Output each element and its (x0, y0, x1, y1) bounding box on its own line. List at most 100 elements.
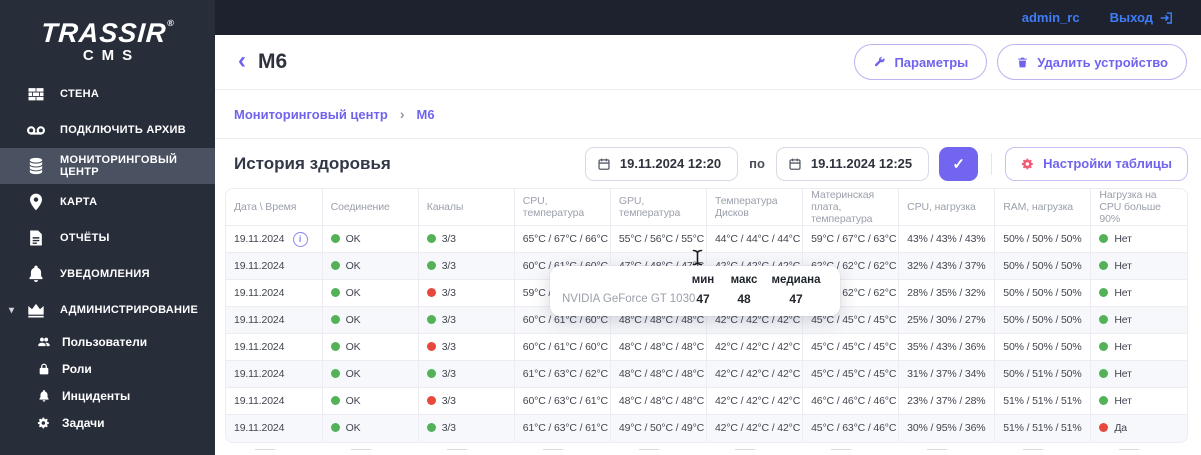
table-row[interactable]: 19.11.2024 i OK 3/3 65°C / 67°C / 66°C 55°C /… (226, 225, 1187, 253)
tooltip-min-label: мин (691, 274, 715, 286)
tooltip-min-value: 47 (696, 292, 710, 306)
apply-dates-button[interactable]: ✓ (939, 146, 979, 181)
sidebar-item-wall[interactable]: СТЕНА (0, 76, 215, 112)
column-header: CPU, температура (514, 189, 611, 226)
table-row[interactable]: 19.11.2024 OK 3/3 60°C / 61°C / 60°C 48°C / … (226, 333, 1187, 361)
cell-ram-load: 51% / 51% / 51% (994, 387, 1092, 415)
cell-ram-load: 50% / 50% / 50% (994, 333, 1092, 361)
main-content: ‹ М6 Параметры Удалить устройство Монито… (215, 35, 1201, 455)
status-dot-green (330, 369, 340, 378)
tooltip-device-name: NVIDIA GeForce GT 1030 (562, 293, 696, 305)
table-settings-button[interactable]: Настройки таблицы (1005, 146, 1188, 181)
status-dot-green (1099, 234, 1109, 243)
table-row[interactable]: 19.11.2024 OK 3/3 61°C / 63°C / 61°C 49°C / … (226, 414, 1187, 442)
date-from-input[interactable]: 19.11.2024 12:20 (584, 146, 739, 181)
cell-date: 19.11.2024 (226, 360, 323, 388)
cell-ram-load: 50% / 50% / 50% (994, 225, 1092, 253)
cell-channels: 3/3 (418, 414, 515, 442)
sidebar-item-label: МОНИТОРИНГОВЫЙ ЦЕНТР (60, 154, 178, 178)
table-row[interactable]: 19.11.2024 OK 3/3 61°C / 63°C / 62°C 48°C / … (226, 360, 1187, 388)
column-header: Материнская плата, температура (802, 189, 900, 226)
column-header: RAM, нагрузка (994, 189, 1092, 226)
sidebar-item-monitoring-center[interactable]: МОНИТОРИНГОВЫЙ ЦЕНТР (0, 148, 215, 184)
logout-link[interactable]: Выход (1110, 10, 1173, 25)
pin-icon (26, 192, 46, 212)
cell-cpu-overload: Нет (1090, 333, 1187, 361)
cell-disk-temp: 42°C / 42°C / 42°C (706, 333, 804, 361)
cell-disk-temp: 42°C / 42°C / 42°C (706, 360, 804, 388)
status-dot-green (1099, 288, 1109, 297)
cell-ram-load: 50% / 51% / 50% (994, 360, 1092, 388)
cell-cpu-temp: 60°C / 61°C / 60°C (514, 333, 611, 361)
cell-cpu-temp: 61°C / 63°C / 61°C (514, 414, 611, 442)
sidebar-subitem-roles[interactable]: Роли (0, 355, 215, 382)
sidebar: TRASSIR® CMS СТЕНА ПОДКЛЮЧИТЬ АРХИВ МОНИТО… (0, 0, 215, 455)
cell-motherboard-temp: 46°C / 46°C / 46°C (802, 387, 900, 415)
back-button[interactable]: ‹ (238, 48, 246, 73)
cell-cpu-load: 25% / 30% / 27% (898, 306, 996, 334)
cell-cpu-load: 35% / 43% / 36% (898, 333, 996, 361)
crown-icon (26, 300, 46, 320)
breadcrumb-monitoring-center[interactable]: Мониторинговый центр (234, 107, 388, 122)
username[interactable]: admin_rc (1022, 10, 1080, 25)
cell-motherboard-temp: 45°C / 45°C / 45°C (802, 360, 900, 388)
column-header: Температура Дисков (706, 189, 804, 226)
column-header: CPU, нагрузка (898, 189, 996, 226)
tooltip-median-value: 47 (789, 292, 803, 306)
cell-cpu-overload: Нет (1090, 360, 1187, 388)
status-dot-green (426, 315, 436, 324)
voicemail-icon (26, 120, 46, 140)
chevron-down-icon[interactable]: ▾ (9, 305, 14, 316)
cell-connection: OK (322, 306, 419, 334)
date-to-input[interactable]: 19.11.2024 12:25 (775, 146, 930, 181)
report-icon (26, 228, 46, 248)
column-header: GPU, температура (610, 189, 707, 226)
status-dot-red (426, 396, 436, 405)
status-dot-green (1099, 315, 1109, 324)
sidebar-item-notifications[interactable]: УВЕДОМЛЕНИЯ (0, 256, 215, 292)
tooltip-max-label: макс (730, 274, 758, 286)
calendar-icon (788, 157, 802, 171)
sidebar-subitem-tasks[interactable]: Задачи (0, 409, 215, 436)
parameters-button[interactable]: Параметры (854, 44, 988, 80)
cell-date: 19.11.2024 (226, 414, 323, 442)
exit-icon (1159, 11, 1173, 25)
status-dot-green (330, 234, 340, 243)
cell-cpu-temp: 65°C / 67°C / 66°C (514, 225, 611, 253)
section-title: История здоровья (234, 153, 391, 173)
status-dot-green (426, 234, 436, 243)
app-logo: TRASSIR® CMS (0, 0, 215, 64)
cell-cpu-overload: Нет (1090, 225, 1187, 253)
sidebar-item-connect-archive[interactable]: ПОДКЛЮЧИТЬ АРХИВ (0, 112, 215, 148)
sidebar-subitem-label: Пользователи (62, 334, 148, 349)
sidebar-subitem-incidents[interactable]: Инциденты (0, 382, 215, 409)
sidebar-item-label: АДМИНИСТРИРОВАНИЕ (60, 304, 199, 316)
sidebar-item-label: ОТЧЁТЫ (60, 232, 110, 244)
column-header: Нагрузка на CPU больше 90% (1090, 189, 1187, 226)
breadcrumb-current[interactable]: М6 (416, 107, 434, 122)
cell-motherboard-temp: 45°C / 45°C / 45°C (802, 333, 900, 361)
delete-device-button[interactable]: Удалить устройство (997, 44, 1187, 80)
sidebar-subitem-label: Инциденты (62, 388, 131, 403)
info-icon[interactable]: i (292, 231, 308, 247)
sidebar-subitem-users[interactable]: Пользователи (0, 328, 215, 355)
cell-channels: 3/3 (418, 333, 515, 361)
status-dot-green (1099, 369, 1109, 378)
cell-channels: 3/3 (418, 279, 515, 307)
sidebar-item-reports[interactable]: ОТЧЁТЫ (0, 220, 215, 256)
wall-icon (26, 84, 46, 104)
sidebar-item-map[interactable]: КАРТА (0, 184, 215, 220)
database-icon (26, 156, 46, 176)
wrench-icon (873, 56, 886, 69)
sidebar-item-administration[interactable]: ▾ АДМИНИСТРИРОВАНИЕ (0, 292, 215, 328)
cell-ram-load: 50% / 50% / 50% (994, 306, 1092, 334)
cell-channels: 3/3 (418, 360, 515, 388)
sidebar-subitem-label: Роли (62, 361, 92, 376)
table-row[interactable]: 19.11.2024 OK 3/3 60°C / 63°C / 61°C 48°C / … (226, 387, 1187, 415)
cell-connection: OK (322, 333, 419, 361)
check-icon: ✓ (952, 155, 965, 173)
cell-cpu-load: 32% / 43% / 37% (898, 252, 996, 280)
cell-cpu-overload: Нет (1090, 387, 1187, 415)
sidebar-item-label: КАРТА (60, 196, 98, 208)
cell-date: 19.11.2024 (226, 333, 323, 361)
